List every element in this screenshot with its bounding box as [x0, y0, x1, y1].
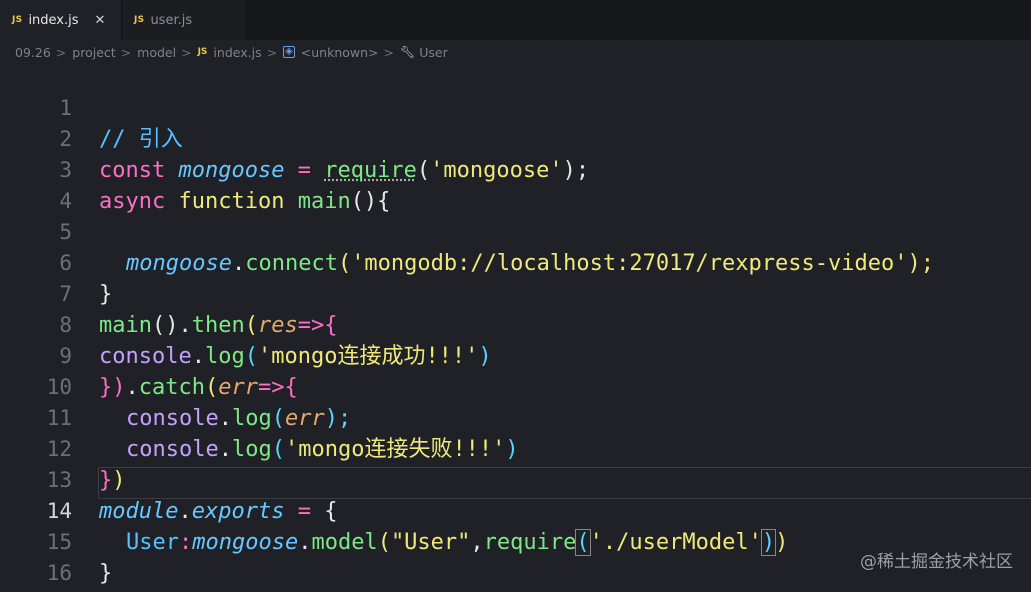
breadcrumb-item[interactable]: index.js	[213, 45, 261, 60]
code-line[interactable]: 13 module.exports = {	[0, 434, 1031, 524]
code-line[interactable]: 4	[0, 155, 1031, 213]
code-line[interactable]: 10 console.log(err);	[0, 341, 1031, 431]
js-file-icon: JS	[134, 15, 145, 25]
js-file-icon: JS	[12, 15, 23, 25]
code-line[interactable]: 3 async function main(){	[0, 124, 1031, 214]
breadcrumb-item[interactable]: User	[419, 45, 448, 60]
code-line-active[interactable]: 14 User:mongoose.model("User",require('.…	[0, 465, 1031, 556]
chevron-right-icon: >	[120, 44, 132, 60]
code-line[interactable]: 2 const mongoose = require('mongoose');	[0, 93, 1031, 183]
tab-label: index.js	[28, 12, 79, 28]
code-editor[interactable]: 1 // 引入 2 const mongoose = require('mong…	[0, 62, 1031, 592]
code-line[interactable]: 1 // 引入	[0, 62, 1031, 152]
code-line[interactable]: 11 console.log('mongo连接失败!!!')	[0, 372, 1031, 462]
tab-user-js[interactable]: JS user.js	[122, 0, 247, 40]
code-line[interactable]: 7 main().then(res=>{	[0, 248, 1031, 338]
code-line[interactable]: 15 }	[0, 496, 1031, 586]
chevron-right-icon: >	[55, 44, 67, 60]
tab-label: user.js	[150, 12, 193, 28]
breadcrumb-item[interactable]: <unknown>	[301, 45, 379, 60]
js-file-icon: JS	[197, 47, 208, 57]
wrench-icon: 🔧︎	[400, 45, 416, 59]
close-icon[interactable]: ✕	[95, 13, 106, 28]
tab-bar: JS index.js ✕ JS user.js	[0, 0, 1031, 40]
breadcrumb-item[interactable]: model	[137, 45, 176, 60]
breadcrumb-item[interactable]: project	[72, 45, 115, 60]
breadcrumb: 09.26 > project > model > JS index.js > …	[0, 40, 1031, 64]
code-line[interactable]: 12 })	[0, 403, 1031, 493]
editor-window: JS index.js ✕ JS user.js 09.26 > project…	[0, 0, 1031, 592]
chevron-right-icon: >	[266, 44, 278, 60]
code-line[interactable]: 5 mongoose.connect('mongodb://localhost:…	[0, 186, 1031, 276]
chevron-right-icon: >	[181, 44, 192, 60]
code-line[interactable]: 8 console.log('mongo连接成功!!!')	[0, 279, 1031, 369]
chevron-right-icon: >	[383, 44, 395, 60]
module-icon: ◈	[283, 46, 295, 58]
watermark: @稀土掘金技术社区	[860, 552, 1013, 572]
code-line[interactable]: 9 }).catch(err=>{	[0, 310, 1031, 400]
breadcrumb-item[interactable]: 09.26	[15, 45, 51, 60]
code-line[interactable]: 6 }	[0, 217, 1031, 307]
tab-index-js[interactable]: JS index.js ✕	[0, 0, 122, 40]
